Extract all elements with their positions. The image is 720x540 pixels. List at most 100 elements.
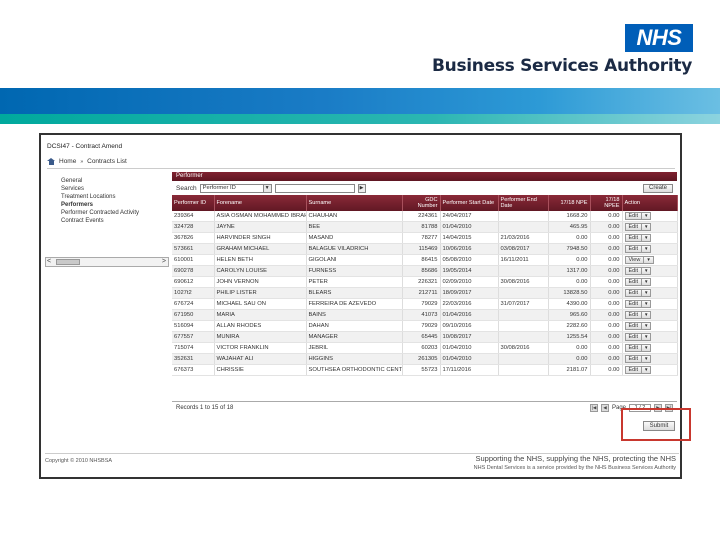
table-row[interactable]: 610001 HELEN BETH GIGOLANI 86415 05/08/2010 1… — [172, 254, 678, 266]
cell-action: View ▼ — [622, 254, 678, 266]
chevron-down-icon[interactable]: ▼ — [262, 184, 271, 192]
chevron-down-icon[interactable]: ▼ — [640, 213, 650, 219]
table-row[interactable]: 367826 HARVINDER SINGH MASAND 78277 14/04/20… — [172, 232, 678, 244]
search-field-select[interactable]: Performer ID ▼ — [199, 183, 272, 193]
action-button[interactable]: Edit ▼ — [624, 355, 652, 363]
chevron-down-icon[interactable]: ▼ — [640, 356, 650, 362]
column-header[interactable]: GDC Number — [402, 195, 441, 211]
table-row[interactable]: 324728 JAYNE BEE 81788 01/04/2010 465.95 0.00 E… — [172, 221, 678, 233]
cell-forename: GRAHAM MICHAEL — [214, 243, 307, 255]
create-button[interactable]: Create — [643, 183, 673, 193]
action-button[interactable]: Edit ▼ — [624, 223, 652, 231]
table-row[interactable]: 715074 VICTOR FRANKLIN JEBRIL 60203 01/04/20… — [172, 342, 678, 354]
cell-id: 573661 — [172, 243, 215, 255]
column-header[interactable]: Performer End Date — [498, 195, 549, 211]
action-button[interactable]: Edit ▼ — [624, 289, 652, 297]
chevron-down-icon[interactable]: ▼ — [640, 224, 650, 230]
table-row[interactable]: 352631 WAJAHAT ALI HIGGINS 261305 01/04/2010… — [172, 353, 678, 365]
table-row[interactable]: 690278 CAROLYN LOUISE FURNESS 85686 19/05/20… — [172, 265, 678, 277]
cell-action: Edit ▼ — [622, 265, 678, 277]
nav-item[interactable]: Performer Contracted Activity — [61, 209, 139, 217]
breadcrumb-contracts-list[interactable]: Contracts List — [87, 158, 127, 165]
cell-surname: HIGGINS — [306, 353, 403, 365]
column-header[interactable]: Performer ID — [172, 195, 215, 211]
cell-action: Edit ▼ — [622, 287, 678, 299]
chevron-down-icon[interactable]: ▼ — [640, 290, 650, 296]
column-header[interactable]: Performer Start Date — [440, 195, 499, 211]
nav-item[interactable]: Treatment Locations — [61, 193, 139, 201]
action-button[interactable]: Edit ▼ — [624, 300, 652, 308]
nav-item[interactable]: Services — [61, 185, 139, 193]
chevron-down-icon[interactable]: ▼ — [640, 301, 650, 307]
action-button[interactable]: View ▼ — [624, 256, 654, 264]
cell-end — [498, 265, 549, 277]
cell-npe: 0.00 — [548, 353, 591, 365]
search-input[interactable] — [274, 183, 355, 193]
cell-npee: 0.00 — [590, 331, 623, 343]
table-row[interactable]: 573661 GRAHAM MICHAEL BALAGUE VILADRICH 115… — [172, 243, 678, 255]
chevron-down-icon[interactable]: ▼ — [643, 257, 652, 263]
chevron-down-icon[interactable]: ▼ — [640, 246, 650, 252]
nav-item[interactable]: Performers — [61, 201, 139, 209]
action-button[interactable]: Edit ▼ — [624, 267, 652, 275]
table-row[interactable]: 690612 JOHN VERNON PETER 226321 02/09/2010 30… — [172, 276, 678, 288]
table-row[interactable]: 677557 MUNIRA MANAGER 65445 10/08/2017 1255.5… — [172, 331, 678, 343]
action-button[interactable]: Edit ▼ — [624, 278, 652, 286]
chevron-down-icon[interactable]: ▼ — [640, 268, 650, 274]
chevron-down-icon[interactable]: ▼ — [640, 345, 650, 351]
scroll-thumb[interactable] — [56, 259, 80, 265]
table-row[interactable]: 1027t2 PHILIP LISTER BLEARS 212711 18/09/201… — [172, 287, 678, 299]
table-row[interactable]: 516094 ALLAN RHODES DAHAN 79029 09/10/2016 22… — [172, 320, 678, 332]
action-button[interactable]: Edit ▼ — [624, 311, 652, 319]
column-header[interactable]: Surname — [306, 195, 403, 211]
cell-start: 05/08/2010 — [440, 254, 499, 266]
action-button[interactable]: Edit ▼ — [624, 245, 652, 253]
prev-page-icon[interactable]: ◀ — [600, 403, 609, 412]
action-button[interactable]: Edit ▼ — [624, 333, 652, 341]
cell-npee: 0.00 — [590, 254, 623, 266]
records-count: Records 1 to 15 of 18 — [176, 404, 234, 411]
table-row[interactable]: 239364 ASIA OSMAN MOHAMMED IBRAHIM CHAUHAN… — [172, 211, 678, 222]
header-band — [0, 88, 720, 124]
cell-action: Edit ▼ — [622, 309, 678, 321]
cell-npe: 1317.00 — [548, 265, 591, 277]
cell-gdc: 79029 — [402, 320, 441, 332]
table-row[interactable]: 671950 MARIA BAINS 41073 01/04/2016 965.60 0.0… — [172, 309, 678, 321]
scroll-right-icon[interactable]: > — [162, 258, 166, 266]
action-button[interactable]: Edit ▼ — [624, 234, 652, 242]
scroll-left-icon[interactable]: < — [47, 258, 51, 266]
nav-item[interactable]: Contract Events — [61, 217, 139, 225]
search-go-button[interactable]: ▶ — [357, 183, 366, 193]
table-row[interactable]: 676724 MICHAEL SAU ON FERREIRA DE AZEVEDO 7… — [172, 298, 678, 310]
chevron-down-icon[interactable]: ▼ — [640, 235, 650, 241]
cell-npe: 2181.07 — [548, 364, 591, 376]
column-header[interactable]: 17/18 NPEE — [590, 195, 623, 211]
nav-item[interactable]: General — [61, 177, 139, 185]
cell-end — [498, 211, 549, 222]
chevron-down-icon[interactable]: ▼ — [640, 312, 650, 318]
action-label: Edit — [628, 312, 638, 318]
chevron-down-icon[interactable]: ▼ — [640, 279, 650, 285]
breadcrumb-home[interactable]: Home — [59, 158, 76, 165]
column-header[interactable]: Forename — [214, 195, 307, 211]
cell-forename: HARVINDER SINGH — [214, 232, 307, 244]
cell-end: 30/08/2016 — [498, 342, 549, 354]
column-header[interactable]: Action — [622, 195, 678, 211]
nav-scrollbar[interactable]: < > — [45, 257, 169, 267]
action-button[interactable]: Edit ▼ — [624, 322, 652, 330]
cell-forename: HELEN BETH — [214, 254, 307, 266]
chevron-down-icon[interactable]: ▼ — [640, 367, 650, 373]
first-page-icon[interactable]: |◀ — [589, 403, 598, 412]
table-row[interactable]: 676373 CHRISSIE SOUTHSEA ORTHODONTIC CENTR… — [172, 364, 678, 376]
action-button[interactable]: Edit ▼ — [624, 212, 652, 220]
action-button[interactable]: Edit ▼ — [624, 366, 652, 374]
action-button[interactable]: Edit ▼ — [624, 344, 652, 352]
chevron-down-icon[interactable]: ▼ — [640, 323, 650, 329]
cell-id: 676373 — [172, 364, 215, 376]
footer-tagline: Supporting the NHS, supplying the NHS, p… — [475, 454, 676, 463]
column-header[interactable]: 17/18 NPE — [548, 195, 591, 211]
cell-npee: 0.00 — [590, 276, 623, 288]
chevron-down-icon[interactable]: ▼ — [640, 334, 650, 340]
home-icon[interactable] — [47, 158, 55, 165]
cell-forename: CAROLYN LOUISE — [214, 265, 307, 277]
